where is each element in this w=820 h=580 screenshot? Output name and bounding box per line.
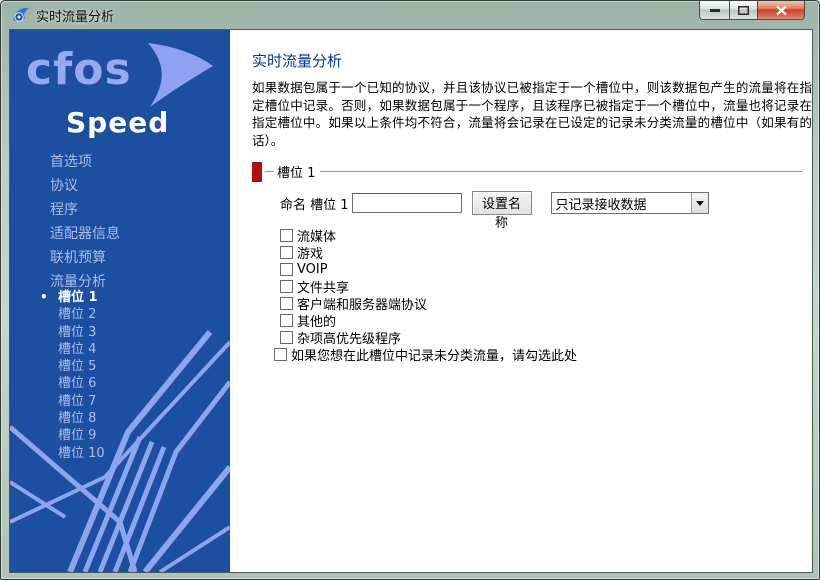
sidebar-item-slot-3[interactable]: 槽位 3 xyxy=(10,324,230,341)
cfos-swoosh-icon xyxy=(143,42,215,108)
sidebar-menu: 首选项 协议 程序 适配器信息 联机预算 流量分析 xyxy=(10,150,230,294)
logo-text-cfos: cfos xyxy=(26,44,132,95)
record-mode-selected-value: 只记录接收数据 xyxy=(552,194,691,213)
sidebar-item-preferences[interactable]: 首选项 xyxy=(10,150,230,174)
checkbox-icon[interactable] xyxy=(274,348,287,361)
checkbox-icon[interactable] xyxy=(280,263,293,276)
sidebar-item-online-budget[interactable]: 联机预算 xyxy=(10,246,230,270)
sidebar-slot-list: 槽位 1 槽位 2 槽位 3 槽位 4 槽位 5 槽位 6 槽位 7 槽位 8 … xyxy=(10,289,230,462)
close-icon xyxy=(776,6,787,15)
checkbox-icon[interactable] xyxy=(280,314,293,327)
name-slot-label: 命名 槽位 1 xyxy=(280,194,349,213)
logo-text-speed: Speed xyxy=(66,106,169,139)
sidebar-item-slot-5[interactable]: 槽位 5 xyxy=(10,358,230,375)
sidebar-item-adapter-info[interactable]: 适配器信息 xyxy=(10,222,230,246)
red-marker-icon xyxy=(252,162,262,182)
cfosspeed-logo: cfos Speed xyxy=(10,30,230,150)
chevron-down-icon[interactable] xyxy=(691,193,708,213)
slot-section-header: 槽位 1 xyxy=(252,161,802,182)
checkbox-row-misc-high-priority[interactable]: 杂项高优先级程序 xyxy=(280,329,577,346)
checkbox-row-games[interactable]: 游戏 xyxy=(280,244,577,261)
page-title: 实时流量分析 xyxy=(252,50,342,71)
description-text: 如果数据包属于一个已知的协议，并且该协议已被指定于一个槽位中，则该数据包产生的流… xyxy=(252,79,812,149)
sidebar-item-slot-6[interactable]: 槽位 6 xyxy=(10,375,230,392)
sidebar-item-protocols[interactable]: 协议 xyxy=(10,174,230,198)
sidebar-item-slot-9[interactable]: 槽位 9 xyxy=(10,427,230,444)
checkbox-icon[interactable] xyxy=(280,246,293,259)
sidebar: cfos Speed 首选项 协议 程序 适配器信息 联机预算 流量分析 槽位 … xyxy=(10,30,230,572)
checkbox-row-others[interactable]: 其他的 xyxy=(280,312,577,329)
record-mode-select[interactable]: 只记录接收数据 xyxy=(551,192,709,214)
divider xyxy=(320,171,802,172)
app-icon xyxy=(12,6,30,24)
minimize-button[interactable] xyxy=(699,1,729,20)
close-button[interactable] xyxy=(758,1,805,20)
sidebar-item-slot-2[interactable]: 槽位 2 xyxy=(10,306,230,323)
checkbox-row-unclassified-traffic[interactable]: 如果您想在此槽位中记录未分类流量，请勾选此处 xyxy=(274,346,577,363)
sidebar-item-slot-8[interactable]: 槽位 8 xyxy=(10,410,230,427)
titlebar: 实时流量分析 xyxy=(1,1,819,29)
checkbox-label: VOIP xyxy=(297,262,328,277)
checkbox-icon[interactable] xyxy=(280,297,293,310)
checkbox-icon[interactable] xyxy=(280,229,293,242)
sidebar-item-slot-1[interactable]: 槽位 1 xyxy=(10,289,230,306)
window-title: 实时流量分析 xyxy=(36,6,114,25)
checkbox-row-file-sharing[interactable]: 文件共享 xyxy=(280,278,577,295)
checkbox-label: 如果您想在此槽位中记录未分类流量，请勾选此处 xyxy=(291,345,577,364)
traffic-category-checklist: 流媒体 游戏 VOIP 文件共享 客户端和服务器端协议 xyxy=(280,227,577,363)
window-controls xyxy=(699,1,805,20)
sidebar-item-slot-7[interactable]: 槽位 7 xyxy=(10,393,230,410)
maximize-icon xyxy=(738,6,749,15)
window-body: cfos Speed 首选项 协议 程序 适配器信息 联机预算 流量分析 槽位 … xyxy=(9,29,813,573)
checkbox-label: 游戏 xyxy=(297,243,323,262)
checkbox-icon[interactable] xyxy=(280,280,293,293)
divider xyxy=(265,171,274,172)
app-window: 实时流量分析 xyxy=(0,0,820,580)
sidebar-item-slot-4[interactable]: 槽位 4 xyxy=(10,341,230,358)
slot-section-legend: 槽位 1 xyxy=(274,162,320,181)
checkbox-row-voip[interactable]: VOIP xyxy=(280,261,577,278)
set-name-button[interactable]: 设置名称 xyxy=(472,191,532,215)
minimize-icon xyxy=(710,8,720,12)
slot-name-form: 命名 槽位 1 设置名称 只记录接收数据 xyxy=(280,190,709,216)
checkbox-icon[interactable] xyxy=(280,331,293,344)
main-content: 实时流量分析 如果数据包属于一个已知的协议，并且该协议已被指定于一个槽位中，则该… xyxy=(230,30,812,572)
sidebar-item-slot-10[interactable]: 槽位 10 xyxy=(10,445,230,462)
checkbox-row-client-server-protocols[interactable]: 客户端和服务器端协议 xyxy=(280,295,577,312)
sidebar-item-programs[interactable]: 程序 xyxy=(10,198,230,222)
maximize-button[interactable] xyxy=(729,1,758,20)
checkbox-row-streaming[interactable]: 流媒体 xyxy=(280,227,577,244)
slot-name-input[interactable] xyxy=(352,193,462,213)
